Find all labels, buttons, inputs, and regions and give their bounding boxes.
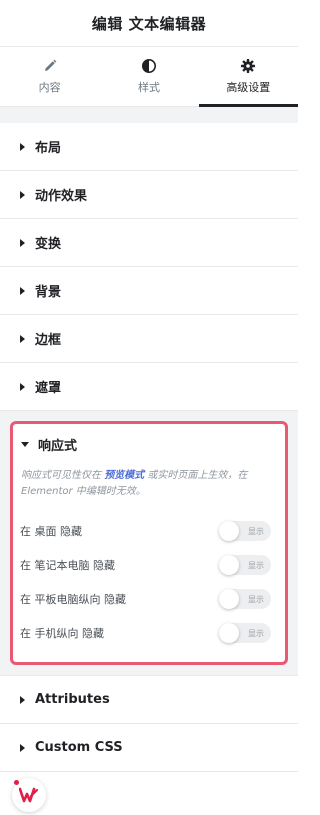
section-label: 动作效果 bbox=[35, 189, 88, 204]
section-label: 变换 bbox=[35, 237, 62, 252]
section-label: 遮罩 bbox=[35, 381, 62, 396]
hide-laptop-toggle[interactable]: 显示 bbox=[219, 555, 271, 575]
section-header[interactable]: 边框 bbox=[0, 315, 298, 362]
section-header[interactable]: 布局 bbox=[0, 123, 298, 170]
caret-right-icon bbox=[20, 743, 25, 752]
caret-right-icon bbox=[20, 382, 25, 391]
section-transform[interactable]: 变换 bbox=[0, 219, 298, 267]
hide-mobile-portrait-toggle[interactable]: 显示 bbox=[219, 623, 271, 643]
toggle-knob bbox=[219, 623, 239, 643]
spacer bbox=[0, 411, 298, 421]
section-label: 边框 bbox=[35, 333, 62, 348]
section-header[interactable]: 背景 bbox=[0, 267, 298, 314]
hide-mobile-portrait-row: 在 手机纵向 隐藏 显示 bbox=[13, 616, 285, 650]
toggle-state-label: 显示 bbox=[248, 628, 264, 638]
toggle-knob bbox=[219, 555, 239, 575]
note-text: 响应式可见性仅在 bbox=[21, 470, 105, 481]
preview-mode-link[interactable]: 预览模式 bbox=[104, 470, 144, 481]
section-label: Custom CSS bbox=[35, 740, 123, 755]
caret-right-icon bbox=[20, 238, 25, 247]
toggle-knob bbox=[219, 589, 239, 609]
section-label: 背景 bbox=[35, 285, 62, 300]
toggle-label: 在 手机纵向 隐藏 bbox=[20, 627, 104, 640]
section-responsive: 响应式 响应式可见性仅在 预览模式 或实时页面上生效，在 Elementor 中… bbox=[10, 421, 288, 665]
notification-dot bbox=[14, 780, 19, 785]
section-mask[interactable]: 遮罩 bbox=[0, 363, 298, 411]
tab-style-label: 样式 bbox=[137, 81, 160, 94]
panel-header: 编辑 文本编辑器 bbox=[0, 0, 298, 47]
responsive-note: 响应式可见性仅在 预览模式 或实时页面上生效，在 Elementor 中编辑时无… bbox=[21, 468, 277, 500]
spacer bbox=[0, 665, 298, 675]
caret-right-icon bbox=[20, 334, 25, 343]
tab-advanced[interactable]: 高级设置 bbox=[198, 47, 299, 107]
toggle-state-label: 显示 bbox=[248, 560, 264, 570]
hide-laptop-row: 在 笔记本电脑 隐藏 显示 bbox=[13, 548, 285, 582]
hide-tablet-portrait-toggle[interactable]: 显示 bbox=[219, 589, 271, 609]
contrast-icon bbox=[141, 59, 156, 73]
settings-sections: 布局 动作效果 变换 背景 边框 遮罩 响应式 响应式可见性仅在 预览模式 或实… bbox=[0, 123, 298, 772]
caret-right-icon bbox=[20, 286, 25, 295]
hide-tablet-portrait-row: 在 平板电脑纵向 隐藏 显示 bbox=[13, 582, 285, 616]
section-header[interactable]: Attributes bbox=[0, 676, 298, 723]
tab-advanced-label: 高级设置 bbox=[226, 81, 271, 94]
pencil-icon bbox=[44, 59, 57, 71]
section-label: 响应式 bbox=[38, 438, 78, 454]
bottom-sections: Attributes Custom CSS bbox=[0, 675, 298, 772]
hide-desktop-toggle[interactable]: 显示 bbox=[219, 521, 271, 541]
section-motion-effects[interactable]: 动作效果 bbox=[0, 171, 298, 219]
panel-title: 编辑 文本编辑器 bbox=[91, 14, 207, 33]
tab-content-label: 内容 bbox=[38, 81, 61, 94]
section-header[interactable]: 动作效果 bbox=[0, 171, 298, 218]
section-attributes[interactable]: Attributes bbox=[0, 675, 298, 724]
gear-icon bbox=[241, 59, 256, 73]
toggle-label: 在 桌面 隐藏 bbox=[20, 525, 82, 538]
caret-right-icon bbox=[20, 190, 25, 199]
section-header[interactable]: 变换 bbox=[0, 219, 298, 266]
section-layout[interactable]: 布局 bbox=[0, 123, 298, 171]
wps-logo-icon bbox=[19, 787, 39, 803]
section-header[interactable]: 遮罩 bbox=[0, 363, 298, 410]
section-header[interactable]: 响应式 bbox=[13, 424, 285, 464]
toggle-knob bbox=[219, 521, 239, 541]
toggle-state-label: 显示 bbox=[248, 594, 264, 604]
tab-style[interactable]: 样式 bbox=[99, 47, 198, 106]
section-custom-css[interactable]: Custom CSS bbox=[0, 724, 298, 772]
toggle-label: 在 笔记本电脑 隐藏 bbox=[20, 559, 115, 572]
section-label: 布局 bbox=[35, 141, 62, 156]
wps-logo-badge[interactable] bbox=[12, 778, 46, 812]
section-background[interactable]: 背景 bbox=[0, 267, 298, 315]
spacer bbox=[0, 107, 298, 123]
caret-right-icon bbox=[20, 142, 25, 151]
section-header[interactable]: Custom CSS bbox=[0, 724, 298, 771]
section-label: Attributes bbox=[35, 692, 110, 707]
toggle-label: 在 平板电脑纵向 隐藏 bbox=[20, 593, 126, 606]
tab-bar: 内容 样式 高级设置 bbox=[0, 47, 299, 107]
section-border[interactable]: 边框 bbox=[0, 315, 298, 363]
caret-right-icon bbox=[20, 695, 25, 704]
caret-down-icon bbox=[21, 441, 29, 447]
hide-desktop-row: 在 桌面 隐藏 显示 bbox=[13, 514, 285, 548]
tab-content[interactable]: 内容 bbox=[0, 47, 99, 106]
toggle-state-label: 显示 bbox=[248, 526, 264, 536]
